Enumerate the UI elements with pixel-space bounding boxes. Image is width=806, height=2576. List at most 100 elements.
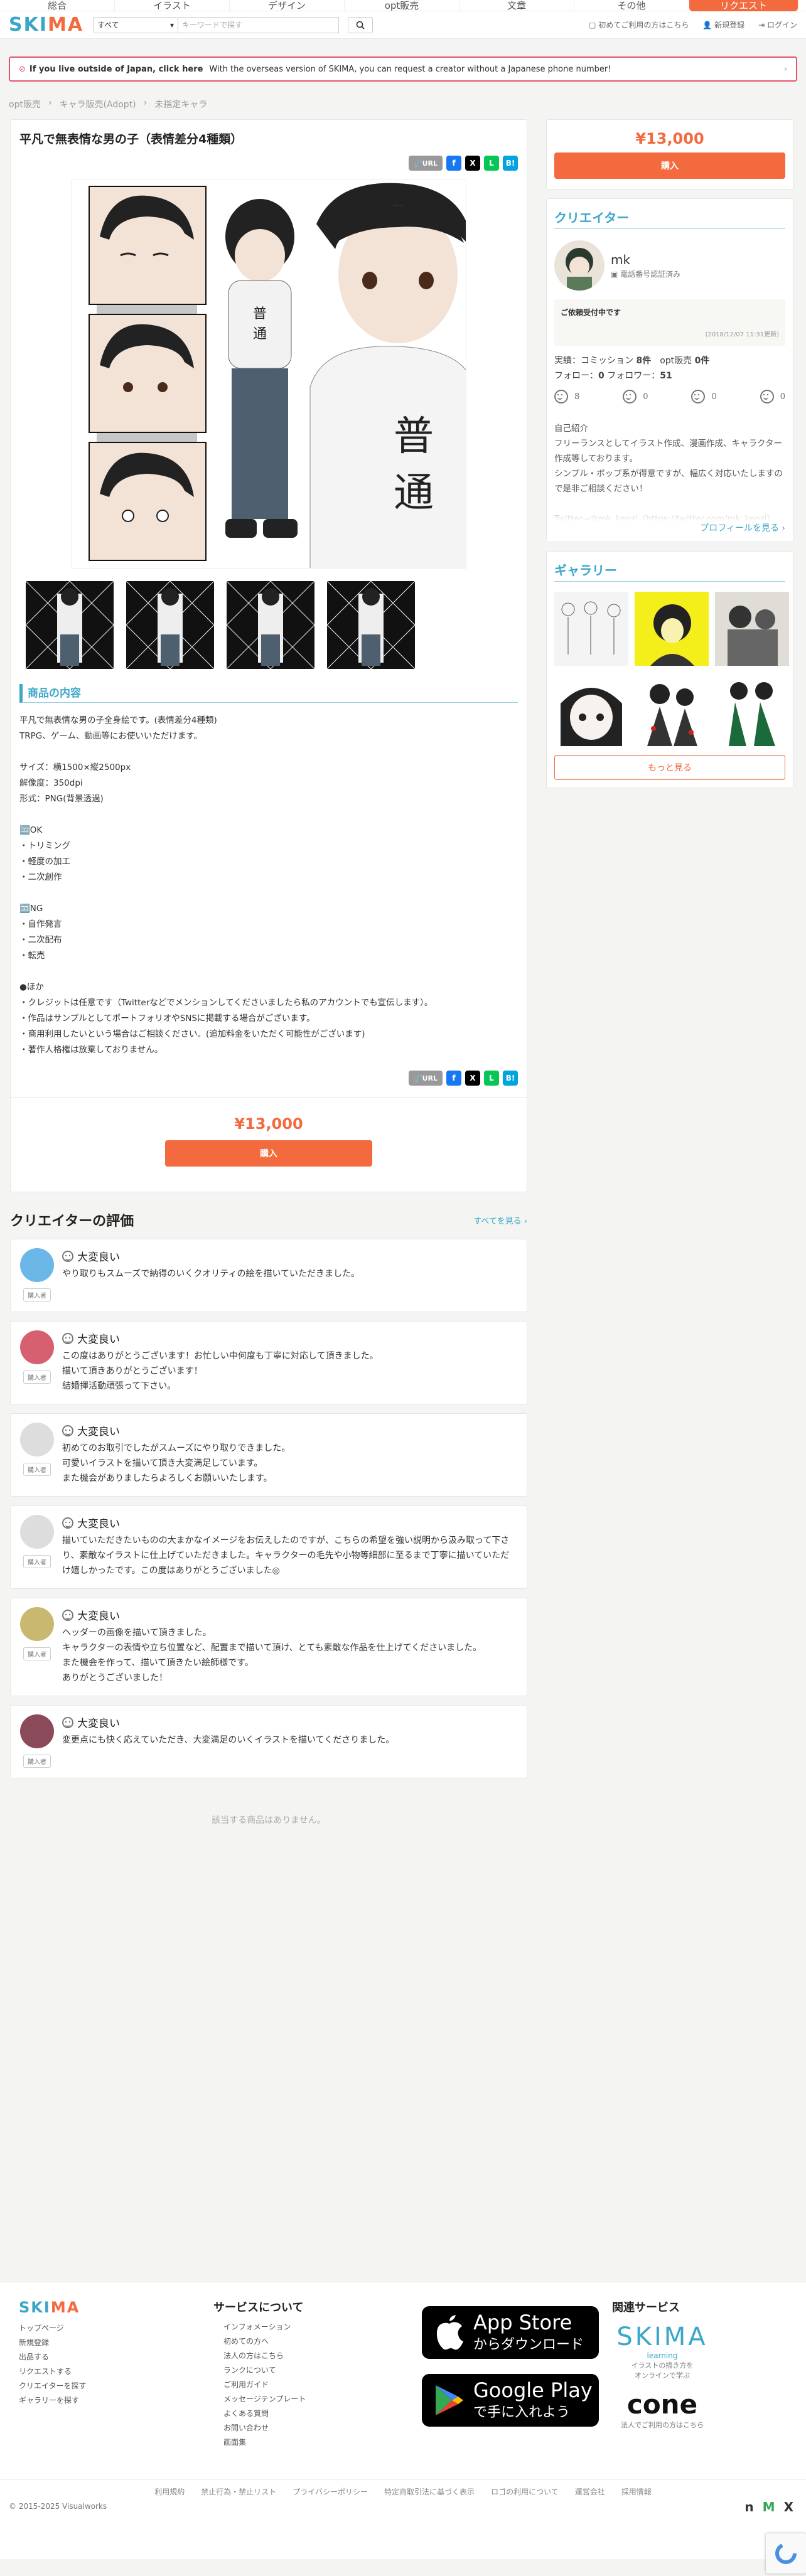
avatar[interactable] bbox=[20, 1248, 54, 1282]
footer-link[interactable]: 出品する bbox=[19, 2350, 87, 2365]
footer-about-link[interactable]: お問い合わせ bbox=[223, 2421, 306, 2435]
creator-name[interactable]: mk bbox=[611, 252, 680, 267]
footer-legal-link[interactable]: 運営会社 bbox=[575, 2486, 605, 2497]
very-good-icon bbox=[554, 390, 568, 404]
search-input[interactable]: キーワードで探す bbox=[178, 16, 339, 33]
footer-about-link[interactable]: よくある質問 bbox=[223, 2407, 306, 2421]
hatena-icon[interactable]: B! bbox=[503, 156, 518, 171]
footer-link[interactable]: リクエストする bbox=[19, 2365, 87, 2379]
thumbnail-1[interactable] bbox=[26, 581, 114, 669]
note-icon[interactable]: n bbox=[744, 2499, 753, 2515]
google-play-badge[interactable]: Google Play で手に入れよう bbox=[422, 2374, 599, 2427]
x-icon[interactable]: X bbox=[465, 1071, 480, 1086]
breadcrumb-adopt[interactable]: キャラ販売(Adopt) bbox=[60, 98, 136, 110]
x-icon[interactable]: X bbox=[784, 2499, 793, 2515]
link-icon: 🔗 bbox=[413, 1074, 422, 1082]
app-store-badge[interactable]: App Store からダウンロード bbox=[422, 2306, 599, 2359]
avatar[interactable] bbox=[20, 1714, 54, 1748]
gallery-item[interactable] bbox=[554, 592, 628, 666]
footer-legal-link[interactable]: ロゴの利用について bbox=[491, 2486, 559, 2497]
x-icon[interactable]: X bbox=[465, 156, 480, 171]
footer-about-link[interactable]: 法人の方はこちら bbox=[223, 2349, 306, 2363]
nav-opt-sales[interactable]: opt販売 bbox=[345, 0, 459, 11]
gallery-item[interactable] bbox=[715, 592, 789, 666]
footer-legal-link[interactable]: 利用規約 bbox=[154, 2486, 185, 2497]
breadcrumb-opt[interactable]: opt販売 bbox=[9, 98, 41, 110]
gallery-item[interactable] bbox=[715, 672, 789, 746]
first-time-label: 初めてご利用の方はこちら bbox=[598, 21, 689, 29]
footer-about-link[interactable]: 初めての方へ bbox=[223, 2334, 306, 2349]
accepting-label: ご依頼受付中です bbox=[561, 308, 621, 317]
nav-design[interactable]: デザイン bbox=[230, 0, 345, 11]
footer-legal-link[interactable]: 採用情報 bbox=[621, 2486, 652, 2497]
sidebar-buy-button[interactable]: 購入 bbox=[554, 152, 785, 179]
skima-learning-link[interactable]: SKIMA learning イラストの描き方を オンラインで学ぶ bbox=[612, 2322, 712, 2380]
breadcrumb-unspecified[interactable]: 未指定キャラ bbox=[154, 98, 207, 110]
product-main-image[interactable]: 普 通 普 通 bbox=[71, 179, 466, 569]
share-buttons: 🔗 URL f X L B! bbox=[19, 156, 518, 171]
avatar[interactable] bbox=[20, 1607, 54, 1641]
request-button[interactable]: リクエスト bbox=[689, 0, 798, 11]
footer-legal-link[interactable]: プライバシーポリシー bbox=[293, 2486, 368, 2497]
footer-legal-link[interactable]: 特定商取引法に基づく表示 bbox=[384, 2486, 475, 2497]
footer-link[interactable]: ギャラリーを探す bbox=[19, 2393, 87, 2408]
avatar[interactable] bbox=[20, 1423, 54, 1456]
footer-link[interactable]: トップページ bbox=[19, 2321, 87, 2336]
facebook-icon[interactable]: f bbox=[446, 156, 461, 171]
footer-logo[interactable]: SKIMA bbox=[19, 2299, 87, 2316]
gallery-more-button[interactable]: もっと見る bbox=[554, 755, 785, 780]
verified-label: 電話番号認証済み bbox=[620, 269, 681, 279]
very-good-icon bbox=[62, 1716, 73, 1728]
hatena-icon[interactable]: B! bbox=[503, 1071, 518, 1086]
site-logo[interactable]: SKIMA bbox=[9, 14, 82, 36]
register-link[interactable]: 👤 新規登録 bbox=[702, 19, 744, 30]
login-link[interactable]: ⇥ ログイン bbox=[758, 19, 797, 30]
line-icon[interactable]: L bbox=[484, 156, 499, 171]
review-rating: 大変良い bbox=[77, 1718, 120, 1730]
normal-icon bbox=[691, 390, 706, 404]
footer-about-link[interactable]: ご利用ガイド bbox=[223, 2378, 306, 2392]
nav-general[interactable]: 総合 bbox=[0, 0, 115, 11]
nav-other[interactable]: その他 bbox=[574, 0, 689, 11]
footer-link[interactable]: 新規登録 bbox=[19, 2336, 87, 2350]
facebook-icon[interactable]: f bbox=[446, 1071, 461, 1086]
gallery-section-heading: ギャラリー bbox=[554, 560, 785, 582]
footer-link[interactable]: クリエイターを探す bbox=[19, 2379, 87, 2393]
avatar[interactable] bbox=[20, 1515, 54, 1549]
share-buttons-bottom: 🔗 URL f X L B! bbox=[19, 1071, 518, 1086]
overseas-banner[interactable]: ⊘ If you live outside of Japan, click he… bbox=[9, 56, 797, 82]
avatar[interactable] bbox=[554, 240, 604, 291]
see-all-reviews-link[interactable]: すべてを見る › bbox=[473, 1214, 527, 1226]
mastodon-icon[interactable]: M bbox=[763, 2499, 775, 2515]
thumbnail-4[interactable] bbox=[327, 581, 415, 669]
footer-about-link[interactable]: インフォメーション bbox=[223, 2320, 306, 2334]
cone-link[interactable]: cone 法人でご利用の方はこちら bbox=[612, 2389, 712, 2430]
nav-illustration[interactable]: イラスト bbox=[115, 0, 230, 11]
copy-url-button[interactable]: 🔗 URL bbox=[409, 156, 443, 171]
stat-commission-value: 8件 bbox=[636, 356, 652, 366]
footer-logo-b: MA bbox=[50, 2299, 80, 2316]
nav-writing[interactable]: 文章 bbox=[459, 0, 574, 11]
thumbnail-3[interactable] bbox=[227, 581, 314, 669]
footer-about-link[interactable]: メッセージテンプレート bbox=[223, 2392, 306, 2407]
sidebar: ¥13,000 購入 クリエイター mk ▣ 電話番号認証済み ご依頼受付中です… bbox=[546, 119, 793, 1826]
category-select[interactable]: すべて bbox=[93, 16, 178, 33]
footer-legal-link[interactable]: 禁止行為・禁止リスト bbox=[201, 2486, 276, 2497]
gallery-item[interactable] bbox=[554, 672, 628, 746]
view-profile-link[interactable]: プロフィールを見る › bbox=[554, 521, 785, 534]
avatar[interactable] bbox=[20, 1330, 54, 1364]
buy-button[interactable]: 購入 bbox=[165, 1140, 372, 1167]
logo-part-a: SKI bbox=[9, 14, 48, 36]
footer-about-link[interactable]: 画面集 bbox=[223, 2435, 306, 2450]
gallery-item[interactable] bbox=[635, 592, 709, 666]
recaptcha-badge[interactable] bbox=[766, 2533, 806, 2573]
thumbnail-2[interactable] bbox=[126, 581, 214, 669]
line-icon[interactable]: L bbox=[484, 1071, 499, 1086]
copy-url-button[interactable]: 🔗 URL bbox=[409, 1071, 443, 1086]
copy-url-label: URL bbox=[422, 1074, 438, 1082]
gallery-item[interactable] bbox=[635, 672, 709, 746]
search-button[interactable] bbox=[348, 16, 373, 33]
first-time-link[interactable]: ▢ 初めてご利用の方はこちら bbox=[589, 19, 689, 30]
google-play-bottom: で手に入れよう bbox=[473, 2405, 571, 2420]
footer-about-link[interactable]: ランクについて bbox=[223, 2363, 306, 2378]
